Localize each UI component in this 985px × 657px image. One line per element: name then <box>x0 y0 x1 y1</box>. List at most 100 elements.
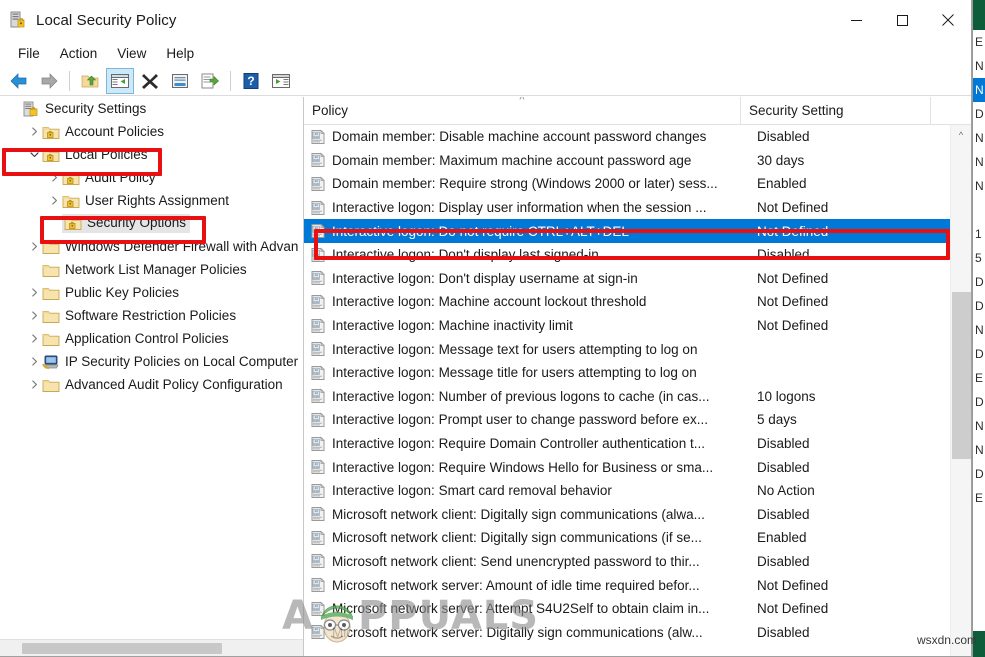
security-setting-cell: 5 days <box>757 412 937 427</box>
policy-name-cell: Interactive logon: Don't display usernam… <box>332 271 757 286</box>
security-setting-cell: Not Defined <box>757 601 937 616</box>
table-row[interactable]: 10010Interactive logon: Message title fo… <box>304 361 950 385</box>
table-row[interactable]: 10010Interactive logon: Don't display la… <box>304 243 950 267</box>
tree-node-application-control-policies[interactable]: Application Control Policies <box>0 327 303 350</box>
back-button[interactable] <box>5 68 33 94</box>
table-row[interactable]: 10010Microsoft network server: Digitally… <box>304 620 950 644</box>
table-row[interactable]: 10010Interactive logon: Prompt user to c… <box>304 408 950 432</box>
tree-node-content: Account Policies <box>42 124 164 140</box>
svg-text:010: 010 <box>314 394 319 398</box>
table-row[interactable]: 10010Interactive logon: Machine inactivi… <box>304 314 950 338</box>
tree-node-windows-defender-firewall-with-advan[interactable]: Windows Defender Firewall with Advan <box>0 235 303 258</box>
background-window-titlebar <box>973 0 985 30</box>
tree-node-label: Public Key Policies <box>65 285 179 301</box>
table-row[interactable]: 10010Domain member: Require strong (Wind… <box>304 172 950 196</box>
tree-node-content: Advanced Audit Policy Configuration <box>42 377 283 393</box>
chevron-right-icon[interactable] <box>46 173 62 182</box>
properties-button[interactable] <box>166 68 194 94</box>
table-row[interactable]: 10010Interactive logon: Require Windows … <box>304 455 950 479</box>
table-row[interactable]: 10010Domain member: Maximum machine acco… <box>304 149 950 173</box>
chevron-right-icon[interactable] <box>46 196 62 205</box>
security-setting-cell: Enabled <box>757 530 937 545</box>
table-row[interactable]: 10010Microsoft network server: Attempt S… <box>304 597 950 621</box>
show-hide-action-pane-button[interactable] <box>267 68 295 94</box>
svg-text:010: 010 <box>314 158 319 162</box>
tree-node-content: Security Options <box>62 214 190 233</box>
svg-text:010: 010 <box>314 135 319 139</box>
tree-node-content: Public Key Policies <box>42 285 179 301</box>
close-button[interactable] <box>925 0 971 40</box>
security-setting-cell: 10 logons <box>757 389 937 404</box>
window-controls <box>833 0 971 40</box>
tree-node-security-settings[interactable]: Security Settings <box>0 97 303 120</box>
tree-node-content: Network List Manager Policies <box>42 262 247 278</box>
tree-node-advanced-audit-policy-configuration[interactable]: Advanced Audit Policy Configuration <box>0 373 303 396</box>
tree-node-label: Software Restriction Policies <box>65 308 236 324</box>
table-row[interactable]: 10010Interactive logon: Message text for… <box>304 337 950 361</box>
chevron-right-icon[interactable] <box>26 242 42 251</box>
chevron-right-icon[interactable] <box>26 334 42 343</box>
export-list-button[interactable] <box>196 68 224 94</box>
up-one-level-button[interactable] <box>76 68 104 94</box>
chevron-right-icon[interactable] <box>26 127 42 136</box>
table-row[interactable]: 10010Microsoft network client: Digitally… <box>304 526 950 550</box>
tree-node-account-policies[interactable]: Account Policies <box>0 120 303 143</box>
svg-text:010: 010 <box>314 465 319 469</box>
table-row[interactable]: 10010Interactive logon: Smart card remov… <box>304 479 950 503</box>
menu-action[interactable]: Action <box>50 43 108 64</box>
list-vertical-scrollbar[interactable]: ^ <box>950 125 971 656</box>
background-window-row: D <box>973 462 985 486</box>
scroll-up-arrow-icon[interactable]: ^ <box>951 125 971 144</box>
help-button[interactable]: ? <box>237 68 265 94</box>
delete-button[interactable] <box>136 68 164 94</box>
chevron-right-icon[interactable] <box>26 288 42 297</box>
chevron-right-icon[interactable] <box>26 311 42 320</box>
tree-node-security-options[interactable]: Security Options <box>0 212 303 235</box>
policy-name-cell: Interactive logon: Machine account locko… <box>332 294 757 309</box>
table-row[interactable]: 10010Interactive logon: Display user inf… <box>304 196 950 220</box>
chevron-right-icon[interactable] <box>26 357 42 366</box>
svg-text:010: 010 <box>314 276 319 280</box>
table-row[interactable]: 10010Interactive logon: Don't display us… <box>304 267 950 291</box>
tree-node-ip-security-policies-on-local-computer[interactable]: IP Security Policies on Local Computer <box>0 350 303 373</box>
background-window-row: D <box>973 294 985 318</box>
tree-node-local-policies[interactable]: Local Policies <box>0 143 303 166</box>
column-header-security-setting[interactable]: Security Setting <box>741 97 931 124</box>
table-row[interactable]: 10010Interactive logon: Machine account … <box>304 290 950 314</box>
plain-folder-icon <box>42 239 60 255</box>
background-window-row: D <box>973 390 985 414</box>
table-row[interactable]: 10010Microsoft network client: Digitally… <box>304 503 950 527</box>
toolbar: ? <box>0 66 971 96</box>
chevron-down-icon[interactable] <box>26 150 42 159</box>
tree-node-content: Security Settings <box>22 101 146 117</box>
tree-node-network-list-manager-policies[interactable]: Network List Manager Policies <box>0 258 303 281</box>
tree-horizontal-scrollbar[interactable] <box>0 639 304 656</box>
tree-node-user-rights-assignment[interactable]: User Rights Assignment <box>0 189 303 212</box>
tree-node-audit-policy[interactable]: Audit Policy <box>0 166 303 189</box>
show-hide-console-tree-button[interactable] <box>106 68 134 94</box>
policy-name-cell: Interactive logon: Do not require CTRL+A… <box>332 224 757 239</box>
tree-node-software-restriction-policies[interactable]: Software Restriction Policies <box>0 304 303 327</box>
table-row[interactable]: 10010Interactive logon: Do not require C… <box>304 219 950 243</box>
minimize-button[interactable] <box>833 0 879 40</box>
maximize-button[interactable] <box>879 0 925 40</box>
tree-horizontal-scroll-thumb[interactable] <box>22 643 222 654</box>
background-window-footer <box>973 631 985 657</box>
column-header-policy[interactable]: ^ Policy <box>304 97 741 124</box>
menu-help[interactable]: Help <box>156 43 204 64</box>
table-row[interactable]: 10010Microsoft network server: Amount of… <box>304 573 950 597</box>
table-row[interactable]: 10010Domain member: Disable machine acco… <box>304 125 950 149</box>
table-row[interactable]: 10010Interactive logon: Require Domain C… <box>304 432 950 456</box>
background-window-row: D <box>973 270 985 294</box>
tree-node-public-key-policies[interactable]: Public Key Policies <box>0 281 303 304</box>
policy-setting-icon: 10010 <box>310 318 326 334</box>
menu-view[interactable]: View <box>107 43 156 64</box>
menu-file[interactable]: File <box>8 43 50 64</box>
forward-button[interactable] <box>35 68 63 94</box>
table-row[interactable]: 10010Interactive logon: Number of previo… <box>304 385 950 409</box>
vertical-scroll-thumb[interactable] <box>952 292 971 459</box>
table-row[interactable]: 10010Microsoft network client: Send unen… <box>304 550 950 574</box>
chevron-right-icon[interactable] <box>26 380 42 389</box>
policy-name-cell: Microsoft network server: Amount of idle… <box>332 578 757 593</box>
security-setting-cell: Disabled <box>757 625 937 640</box>
